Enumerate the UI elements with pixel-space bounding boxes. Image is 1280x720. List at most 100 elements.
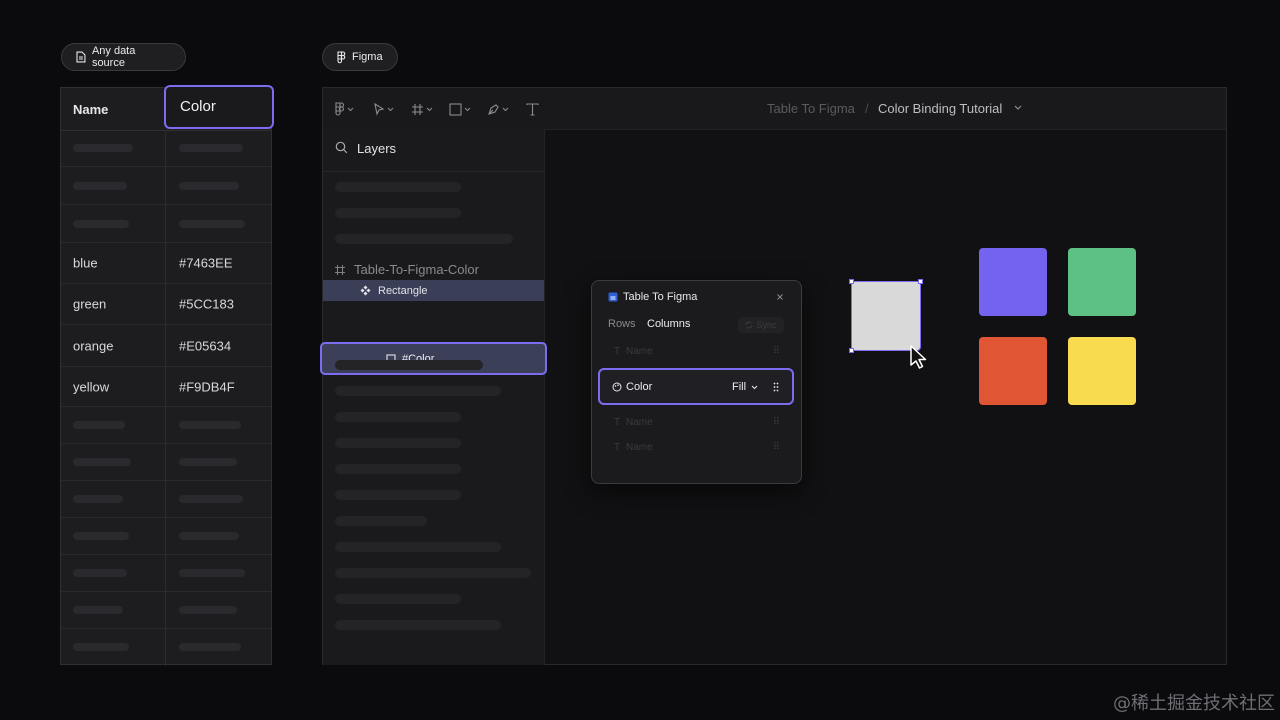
placeholder-layer xyxy=(335,438,461,448)
tab-rows[interactable]: Rows xyxy=(608,318,636,330)
placeholder-layer xyxy=(335,360,483,370)
table-row[interactable]: yellow #F9DB4F xyxy=(61,367,271,407)
layers-title: Layers xyxy=(357,141,397,156)
placeholder-layer xyxy=(335,620,501,630)
breadcrumb-separator: / xyxy=(865,101,869,116)
component-icon xyxy=(360,285,371,296)
placeholder-layer xyxy=(335,490,461,500)
placeholder-layer xyxy=(335,542,501,552)
main-menu-button[interactable] xyxy=(335,101,354,117)
text-type-icon: T xyxy=(614,346,621,357)
text-type-icon: T xyxy=(614,417,621,428)
chevron-down-icon xyxy=(347,107,354,111)
table-row xyxy=(61,444,271,481)
column-header-color[interactable]: Color xyxy=(164,85,274,129)
table-row xyxy=(61,629,271,664)
drag-handle-icon[interactable] xyxy=(773,382,779,392)
figma-window: Table To Figma / Color Binding Tutorial … xyxy=(320,87,1227,665)
placeholder-column-row: T Name ⠿ xyxy=(610,442,780,456)
cell-name: green xyxy=(73,296,107,312)
column-header-color-label: Color xyxy=(180,98,216,115)
swatch-orange[interactable] xyxy=(979,337,1047,405)
text-type-icon: T xyxy=(614,442,621,453)
table-row[interactable]: blue #7463EE xyxy=(61,243,271,284)
swatch-yellow[interactable] xyxy=(1068,337,1136,405)
cell-color: #7463EE xyxy=(179,255,233,271)
figma-toolbar: Table To Figma / Color Binding Tutorial xyxy=(323,88,1226,130)
table-row xyxy=(61,407,271,444)
tab-columns[interactable]: Columns xyxy=(647,318,690,330)
resize-handle[interactable] xyxy=(918,279,923,284)
placeholder-layer xyxy=(335,516,427,526)
table-row[interactable]: orange #E05634 xyxy=(61,325,271,367)
swatch-green[interactable] xyxy=(1068,248,1136,316)
data-source-pill: Any data source xyxy=(61,43,186,71)
figma-label: Figma xyxy=(352,51,383,63)
placeholder-column-row: T Name ⠿ xyxy=(610,346,780,360)
breadcrumb-project[interactable]: Table To Figma xyxy=(767,101,855,116)
property-select[interactable]: Fill xyxy=(732,381,746,393)
table-row xyxy=(61,555,271,592)
cursor-tool-icon xyxy=(374,102,385,116)
placeholder-layer xyxy=(335,464,461,474)
figma-logo-icon xyxy=(335,102,345,116)
table-row[interactable]: green #5CC183 xyxy=(61,284,271,325)
placeholder-layer xyxy=(335,568,531,578)
placeholder-layer xyxy=(335,594,461,604)
watermark: @稀土掘金技术社区 xyxy=(1113,693,1275,714)
drag-handle-icon: ⠿ xyxy=(772,417,780,428)
color-column-label: Color xyxy=(626,381,653,393)
mouse-cursor-icon xyxy=(910,345,927,369)
placeholder-row-label: Name xyxy=(626,417,653,428)
resize-handle[interactable] xyxy=(849,279,854,284)
text-tool-button[interactable] xyxy=(526,101,539,117)
placeholder-layer xyxy=(335,386,501,396)
layer-frame[interactable]: Table-To-Figma-Color xyxy=(323,259,544,280)
frame-tool-button[interactable] xyxy=(411,101,433,117)
pen-tool-button[interactable] xyxy=(487,101,509,117)
table-row xyxy=(61,130,271,167)
table-row xyxy=(61,592,271,629)
search-icon[interactable] xyxy=(335,141,348,154)
column-header-name: Name xyxy=(73,102,109,117)
data-table: Name blue #7463EE green #5CC183 orange #… xyxy=(60,85,274,666)
color-column-row[interactable]: Color Fill xyxy=(598,368,794,405)
close-icon[interactable] xyxy=(776,293,784,301)
document-icon xyxy=(76,51,86,63)
cell-name: blue xyxy=(73,255,98,271)
file-menu-chevron-icon[interactable] xyxy=(1014,105,1022,111)
shape-tool-button[interactable] xyxy=(449,101,471,117)
frame-tool-icon xyxy=(412,103,423,115)
cell-name: orange xyxy=(73,338,114,353)
breadcrumb-file[interactable]: Color Binding Tutorial xyxy=(878,101,1002,116)
plugin-panel: Table To Figma Rows Columns Sync T Name … xyxy=(591,280,802,484)
placeholder-row-label: Name xyxy=(626,442,653,453)
placeholder-layer xyxy=(335,208,461,218)
layer-component[interactable]: Rectangle xyxy=(323,280,544,301)
drag-handle-icon: ⠿ xyxy=(772,442,780,453)
layer-color-selected[interactable]: #Color xyxy=(320,342,547,375)
cell-name: yellow xyxy=(73,379,110,394)
placeholder-layer xyxy=(335,182,461,192)
placeholder-layer xyxy=(335,412,461,422)
sync-icon xyxy=(745,321,753,329)
drag-handle-icon: ⠿ xyxy=(772,346,780,357)
placeholder-layer xyxy=(335,234,513,244)
table-row xyxy=(61,205,271,243)
selected-rectangle[interactable] xyxy=(849,279,923,353)
table-row xyxy=(61,481,271,518)
palette-icon xyxy=(612,382,622,392)
cell-color: #E05634 xyxy=(179,338,232,353)
pen-tool-icon xyxy=(488,103,499,115)
swatch-blue[interactable] xyxy=(979,248,1047,316)
layers-header: Layers xyxy=(323,129,544,172)
resize-handle[interactable] xyxy=(849,348,854,353)
plugin-logo-icon xyxy=(608,292,618,302)
layer-frame-label: Table-To-Figma-Color xyxy=(354,262,479,277)
frame-icon xyxy=(335,264,345,275)
chevron-down-icon xyxy=(464,107,471,111)
move-tool-button[interactable] xyxy=(373,101,394,117)
sync-button[interactable]: Sync xyxy=(738,317,784,333)
cell-color: #5CC183 xyxy=(179,296,234,312)
chevron-down-icon xyxy=(751,385,758,390)
